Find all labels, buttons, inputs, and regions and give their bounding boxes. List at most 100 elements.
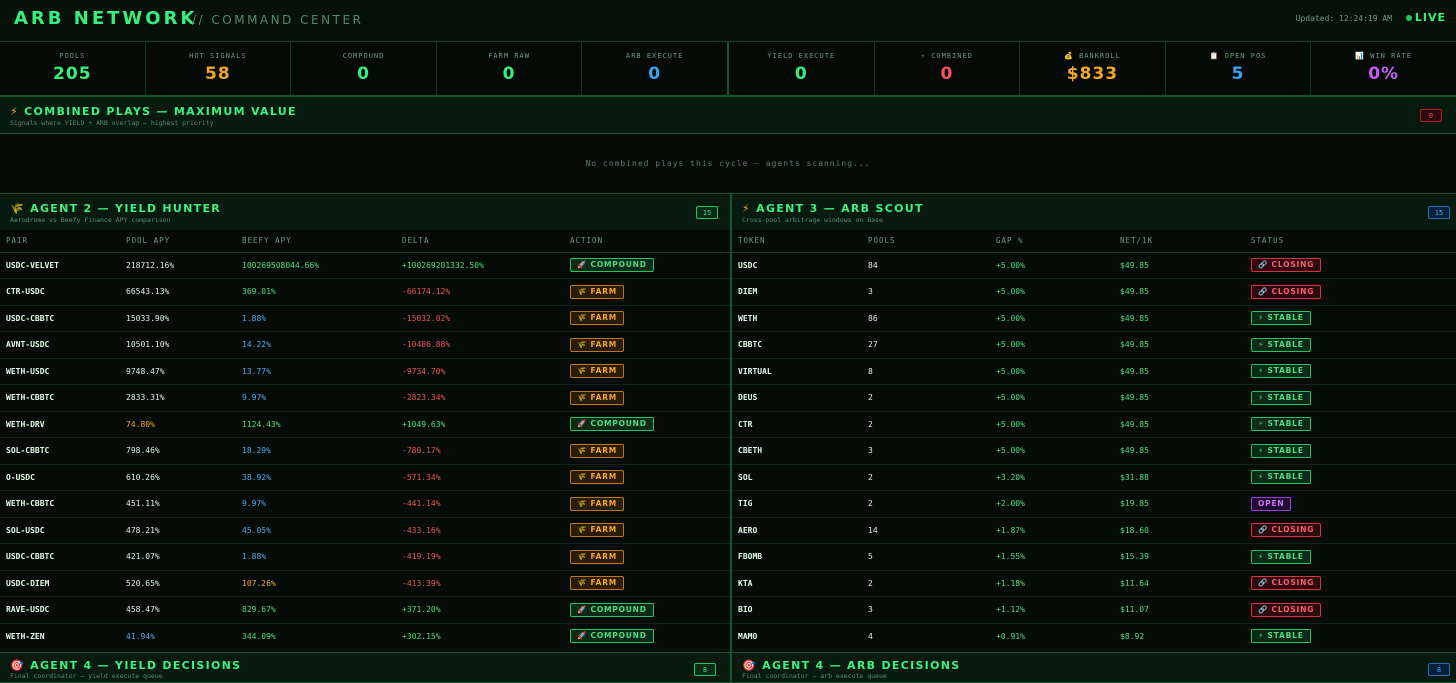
table-row[interactable]: RAVE-USDC 458.47% 829.67% +371.20% 🚀 COMPOUN… xyxy=(0,596,730,624)
farm-action-button[interactable]: 🌾 FARM xyxy=(570,576,625,591)
table-row[interactable]: WETH-ZEN 41.94% 344.09% +302.15% 🚀 COMPOUND xyxy=(0,623,730,650)
farm-action-button[interactable]: 🌾 FARM xyxy=(570,523,625,538)
status-cell: ⚡ STABLE xyxy=(1245,623,1456,650)
table-row[interactable]: SOL 2 +3.20% $31.88 ⚡ STABLE xyxy=(732,464,1456,491)
farm-action-button[interactable]: 🌾 FARM xyxy=(570,470,625,485)
stable-status-badge: ⚡ STABLE xyxy=(1251,337,1311,352)
gap-cell: +5.00% xyxy=(990,252,1114,279)
pair-cell: USDC-CBBTC xyxy=(0,543,120,571)
pool-apy-cell: 2833.31% xyxy=(120,384,236,412)
arb-scout-title-text: AGENT 3 — ARB SCOUT xyxy=(756,202,924,215)
table-row[interactable]: CBETH 3 +5.00% $49.85 ⚡ STABLE xyxy=(732,437,1456,465)
farm-action-button[interactable]: 🌾 FARM xyxy=(570,364,625,379)
net-cell: $49.85 xyxy=(1114,437,1245,465)
farm-action-button[interactable]: 🌾 FARM xyxy=(570,311,625,326)
table-row[interactable]: TIG 2 +2.00% $19.85 OPEN xyxy=(732,490,1456,518)
compound-action-button[interactable]: 🚀 COMPOUND xyxy=(570,629,654,644)
gap-cell: +5.00% xyxy=(990,278,1114,306)
table-row[interactable]: MAMO 4 +0.91% $8.92 ⚡ STABLE xyxy=(732,623,1456,650)
stat-label-text: BANKROLL xyxy=(1079,52,1121,60)
pools-cell: 14 xyxy=(862,517,990,544)
pair-cell: USDC-VELVET xyxy=(0,252,120,279)
table-row[interactable]: WETH-CBBTC 451.11% 9.97% -441.14% 🌾 FARM xyxy=(0,490,730,518)
net-cell: $18.60 xyxy=(1114,517,1245,544)
farm-action-button[interactable]: 🌾 FARM xyxy=(570,549,625,564)
farm-action-button[interactable]: 🌾 FARM xyxy=(570,496,625,511)
pair-cell: USDC-CBBTC xyxy=(0,305,120,332)
table-row[interactable]: WETH-USDC 9748.47% 13.77% -9734.70% 🌾 FARM xyxy=(0,358,730,385)
stable-status-badge: ⚡ STABLE xyxy=(1251,629,1311,644)
pools-cell: 5 xyxy=(862,543,990,571)
stat-label: 📋 OPEN POS xyxy=(1166,52,1311,60)
token-cell: DIEM xyxy=(732,278,862,306)
status-cell: ⚡ STABLE xyxy=(1245,384,1456,412)
wheat-icon: 🌾 xyxy=(10,202,25,215)
table-row[interactable]: AERO 14 +1.87% $18.60 🔗 CLOSING xyxy=(732,517,1456,544)
stable-status-badge: ⚡ STABLE xyxy=(1251,417,1311,432)
table-row[interactable]: O-USDC 610.26% 38.92% -571.34% 🌾 FARM xyxy=(0,464,730,491)
arb-decisions-title: 🎯 AGENT 4 — ARB DECISIONS xyxy=(742,659,960,672)
pools-cell: 2 xyxy=(862,464,990,491)
table-row[interactable]: CTR 2 +5.00% $49.85 ⚡ STABLE xyxy=(732,411,1456,438)
stat-label-text: COMBINED xyxy=(931,52,973,60)
table-row[interactable]: SOL-USDC 478.21% 45.05% -433.16% 🌾 FARM xyxy=(0,517,730,544)
action-cell: 🌾 FARM xyxy=(564,570,730,597)
table-row[interactable]: WETH-CBBTC 2833.31% 9.97% -2823.34% 🌾 FARM xyxy=(0,384,730,412)
table-row[interactable]: CTR-USDC 66543.13% 369.01% -66174.12% 🌾 FARM xyxy=(0,278,730,306)
stat-label: 💰 BANKROLL xyxy=(1020,52,1165,60)
table-row[interactable]: VIRTUAL 8 +5.00% $49.85 ⚡ STABLE xyxy=(732,358,1456,385)
compound-action-button[interactable]: 🚀 COMPOUND xyxy=(570,258,654,273)
pool-apy-cell: 10501.10% xyxy=(120,331,236,359)
stat-label: HOT SIGNALS xyxy=(146,52,291,60)
column-header: POOLS xyxy=(862,230,990,253)
token-cell: AERO xyxy=(732,517,862,544)
net-cell: $11.07 xyxy=(1114,596,1245,624)
token-cell: BIO xyxy=(732,596,862,624)
table-row[interactable]: CBBTC 27 +5.00% $49.85 ⚡ STABLE xyxy=(732,331,1456,359)
delta-cell: +1049.63% xyxy=(396,411,564,438)
table-row[interactable]: USDC 84 +5.00% $49.85 🔗 CLOSING xyxy=(732,252,1456,279)
stat-card: COMPOUND 0 xyxy=(291,42,437,95)
table-row[interactable]: USDC-DIEM 520.65% 107.26% -413.39% 🌾 FARM xyxy=(0,570,730,597)
gap-cell: +5.00% xyxy=(990,437,1114,465)
compound-action-button[interactable]: 🚀 COMPOUND xyxy=(570,602,654,617)
net-cell: $49.85 xyxy=(1114,331,1245,359)
stat-value: 205 xyxy=(53,64,92,84)
net-cell: $49.85 xyxy=(1114,384,1245,412)
farm-action-button[interactable]: 🌾 FARM xyxy=(570,337,625,352)
yield-decisions-title: 🎯 AGENT 4 — YIELD DECISIONS xyxy=(10,659,241,672)
combined-count-badge: 0 xyxy=(1420,109,1442,122)
table-row[interactable]: BIO 3 +1.12% $11.07 🔗 CLOSING xyxy=(732,596,1456,624)
table-row[interactable]: KTA 2 +1.18% $11.64 🔗 CLOSING xyxy=(732,570,1456,597)
stat-label: ARB EXECUTE xyxy=(582,52,727,60)
table-row[interactable]: USDC-CBBTC 15033.90% 1.88% -15032.02% 🌾 FARM xyxy=(0,305,730,332)
status-cell: ⚡ STABLE xyxy=(1245,358,1456,385)
table-row[interactable]: FBOMB 5 +1.55% $15.39 ⚡ STABLE xyxy=(732,543,1456,571)
stat-card: ⚡ COMBINED 0 xyxy=(875,42,1021,95)
net-cell: $8.92 xyxy=(1114,623,1245,650)
farm-action-button[interactable]: 🌾 FARM xyxy=(570,390,625,405)
token-cell: CBETH xyxy=(732,437,862,465)
table-row[interactable]: SOL-CBBTC 798.46% 18.29% -780.17% 🌾 FARM xyxy=(0,437,730,465)
table-row[interactable]: DIEM 3 +5.00% $49.85 🔗 CLOSING xyxy=(732,278,1456,306)
pools-cell: 3 xyxy=(862,596,990,624)
stat-card: ARB EXECUTE 0 xyxy=(582,42,729,95)
closing-status-badge: 🔗 CLOSING xyxy=(1251,523,1322,538)
table-row[interactable]: USDC-CBBTC 421.07% 1.88% -419.19% 🌾 FARM xyxy=(0,543,730,571)
table-row[interactable]: AVNT-USDC 10501.10% 14.22% -10486.88% 🌾 FARM xyxy=(0,331,730,359)
table-row[interactable]: USDC-VELVET 218712.16% 100269508044.66% +10… xyxy=(0,252,730,279)
pools-cell: 86 xyxy=(862,305,990,332)
table-row[interactable]: WETH 86 +5.00% $49.85 ⚡ STABLE xyxy=(732,305,1456,332)
table-row[interactable]: DEUS 2 +5.00% $49.85 ⚡ STABLE xyxy=(732,384,1456,412)
token-cell: TIG xyxy=(732,490,862,518)
beefy-apy-cell: 14.22% xyxy=(236,331,396,359)
table-row[interactable]: WETH-DRV 74.80% 1124.43% +1049.63% 🚀 COMPOUN… xyxy=(0,411,730,438)
compound-action-button[interactable]: 🚀 COMPOUND xyxy=(570,417,654,432)
farm-action-button[interactable]: 🌾 FARM xyxy=(570,443,625,458)
stat-icon: 📊 xyxy=(1355,52,1366,60)
pools-cell: 8 xyxy=(862,358,990,385)
token-cell: MAMO xyxy=(732,623,862,650)
stat-icon: 📋 xyxy=(1209,52,1220,60)
beefy-apy-cell: 829.67% xyxy=(236,596,396,624)
farm-action-button[interactable]: 🌾 FARM xyxy=(570,284,625,299)
